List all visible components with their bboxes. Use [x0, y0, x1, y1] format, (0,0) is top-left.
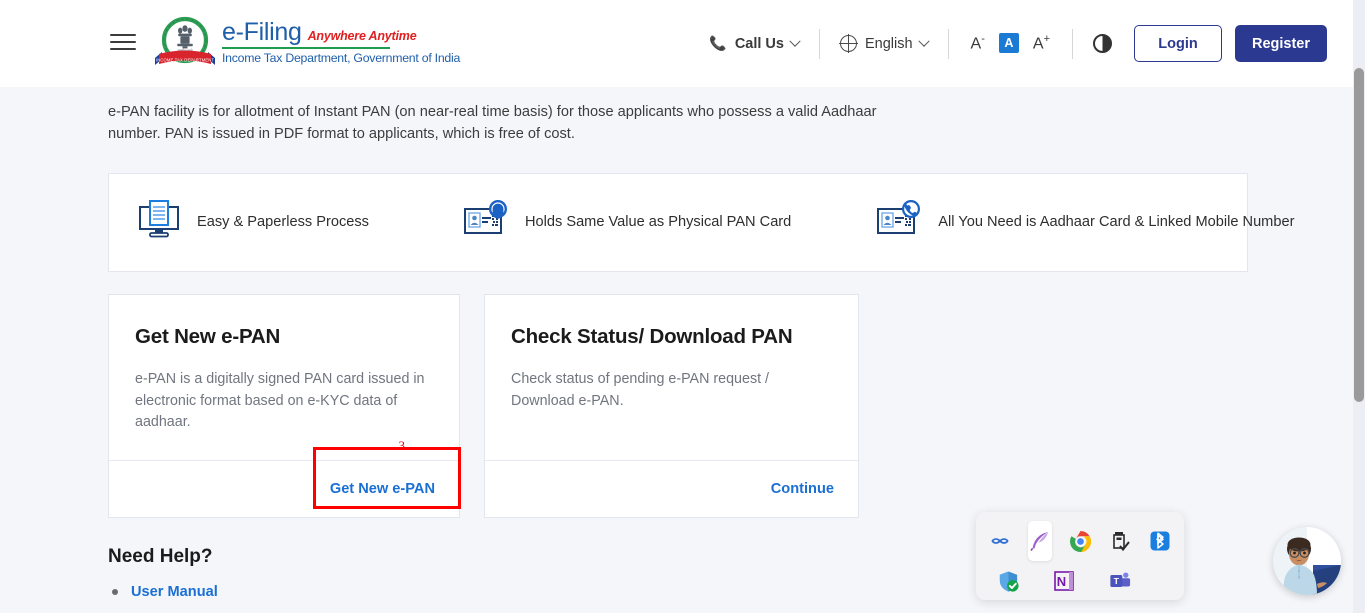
get-new-epan-link[interactable]: Get New e-PAN	[330, 481, 435, 497]
brand-divider-rule	[222, 47, 390, 49]
globe-icon	[839, 34, 858, 53]
monitor-document-icon	[137, 199, 181, 246]
support-agent-avatar-icon	[1273, 527, 1341, 595]
feature-label: Easy & Paperless Process	[197, 214, 369, 230]
language-selector[interactable]: English	[839, 34, 930, 53]
hamburger-bar	[110, 34, 136, 36]
card-title: Get New e-PAN	[135, 325, 281, 348]
support-chat-avatar[interactable]	[1273, 527, 1341, 595]
call-us-label: Call Us	[734, 35, 784, 52]
user-manual-link[interactable]: User Manual	[131, 584, 218, 600]
card-get-new-epan: Get New e-PAN e-PAN is a digitally signe…	[108, 294, 460, 518]
svg-text:T: T	[1114, 576, 1120, 586]
vertical-scrollbar[interactable]	[1353, 0, 1365, 613]
feature-item-aadhaar-mobile: All You Need is Aadhaar Card & Linked Mo…	[876, 199, 1294, 246]
chevron-down-icon	[789, 35, 801, 47]
card-body: Check Status/ Download PAN Check status …	[485, 295, 858, 460]
page-title-container: e-PAN	[108, 87, 1353, 93]
microsoft-onenote-icon[interactable]: N	[1044, 561, 1084, 601]
hamburger-bar	[110, 48, 136, 50]
header-divider	[818, 28, 820, 59]
hamburger-bar	[110, 41, 136, 43]
service-cards: Get New e-PAN e-PAN is a digitally signe…	[108, 294, 1353, 518]
card-body: Get New e-PAN e-PAN is a digitally signe…	[109, 295, 459, 460]
feature-strip: Easy & Paperless Process Holds Same Valu…	[108, 173, 1294, 272]
header-divider	[947, 28, 949, 59]
id-card-fingerprint-icon	[463, 199, 509, 246]
default-font-size-button[interactable]: A	[998, 33, 1019, 54]
onenote-quick-note-feather-icon[interactable]	[1028, 521, 1052, 561]
windows-security-shield-icon[interactable]	[988, 561, 1028, 601]
annotation-marker: 3	[398, 438, 406, 453]
intro-paragraph: e-PAN facility is for allotment of Insta…	[108, 104, 877, 142]
safely-remove-usb-icon[interactable]	[1108, 521, 1132, 561]
feature-label: Holds Same Value as Physical PAN Card	[524, 214, 792, 230]
card-description: Check status of pending e-PAN request / …	[511, 371, 770, 409]
brand-name: e-Filing	[222, 18, 302, 46]
chevron-down-icon	[917, 35, 930, 47]
brand-text: e-Filing Anywhere Anytime Income Tax Dep…	[222, 14, 460, 65]
system-tray-flyout: N T	[976, 512, 1184, 600]
contrast-icon[interactable]	[1093, 34, 1112, 53]
feature-label: All You Need is Aadhaar Card & Linked Mo…	[938, 214, 1295, 230]
emblem-ribbon-text: INCOME TAX DEPARTMENT	[156, 57, 215, 62]
brand-department: Income Tax Department, Government of Ind…	[222, 51, 461, 65]
svg-text:N: N	[1057, 574, 1066, 589]
network-adapter-icon[interactable]	[988, 521, 1012, 561]
feature-item-same-value: Holds Same Value as Physical PAN Card	[463, 199, 791, 246]
minus-sup: -	[981, 33, 985, 46]
card-footer: Get New e-PAN	[109, 460, 459, 517]
site-logo[interactable]: सत्यमेव जयते INCOME TAX DEPARTMENT e-Fil…	[152, 14, 460, 74]
register-button[interactable]: Register	[1235, 25, 1327, 62]
plus-sup: +	[1043, 33, 1050, 46]
feature-item-paperless: Easy & Paperless Process	[137, 199, 369, 246]
income-tax-department-emblem-icon: सत्यमेव जयते INCOME TAX DEPARTMENT	[152, 14, 218, 74]
bluetooth-icon[interactable]	[1148, 521, 1172, 561]
language-label: English	[864, 35, 913, 52]
login-button[interactable]: Login	[1134, 25, 1222, 62]
decrease-font-size-button[interactable]: A-	[969, 32, 987, 54]
font-size-controls: A- A A+	[969, 32, 1052, 54]
google-chrome-icon[interactable]	[1068, 521, 1092, 561]
call-us-menu[interactable]: 📞 Call Us	[709, 35, 801, 52]
id-card-phone-icon	[876, 199, 922, 246]
header-divider	[1072, 28, 1073, 59]
scrollbar-thumb[interactable]	[1354, 68, 1364, 402]
increase-font-size-button[interactable]: A+	[1031, 32, 1052, 54]
tray-row-1	[988, 521, 1172, 561]
header-actions: 📞 Call Us English A- A A+ Login Register	[709, 0, 1327, 87]
phone-icon: 📞	[709, 35, 727, 51]
tray-row-2: N T	[988, 561, 1172, 601]
card-description: e-PAN is a digitally signed PAN card iss…	[135, 371, 425, 430]
card-title: Check Status/ Download PAN	[511, 325, 793, 348]
microsoft-teams-icon[interactable]: T	[1100, 561, 1140, 601]
hamburger-menu-icon[interactable]	[110, 31, 136, 53]
site-header: सत्यमेव जयते INCOME TAX DEPARTMENT e-Fil…	[0, 0, 1353, 87]
card-footer: Continue	[485, 460, 858, 517]
card-check-status-download-pan: Check Status/ Download PAN Check status …	[484, 294, 859, 518]
brand-tagline: Anywhere Anytime	[307, 29, 417, 43]
continue-link[interactable]: Continue	[771, 481, 834, 497]
